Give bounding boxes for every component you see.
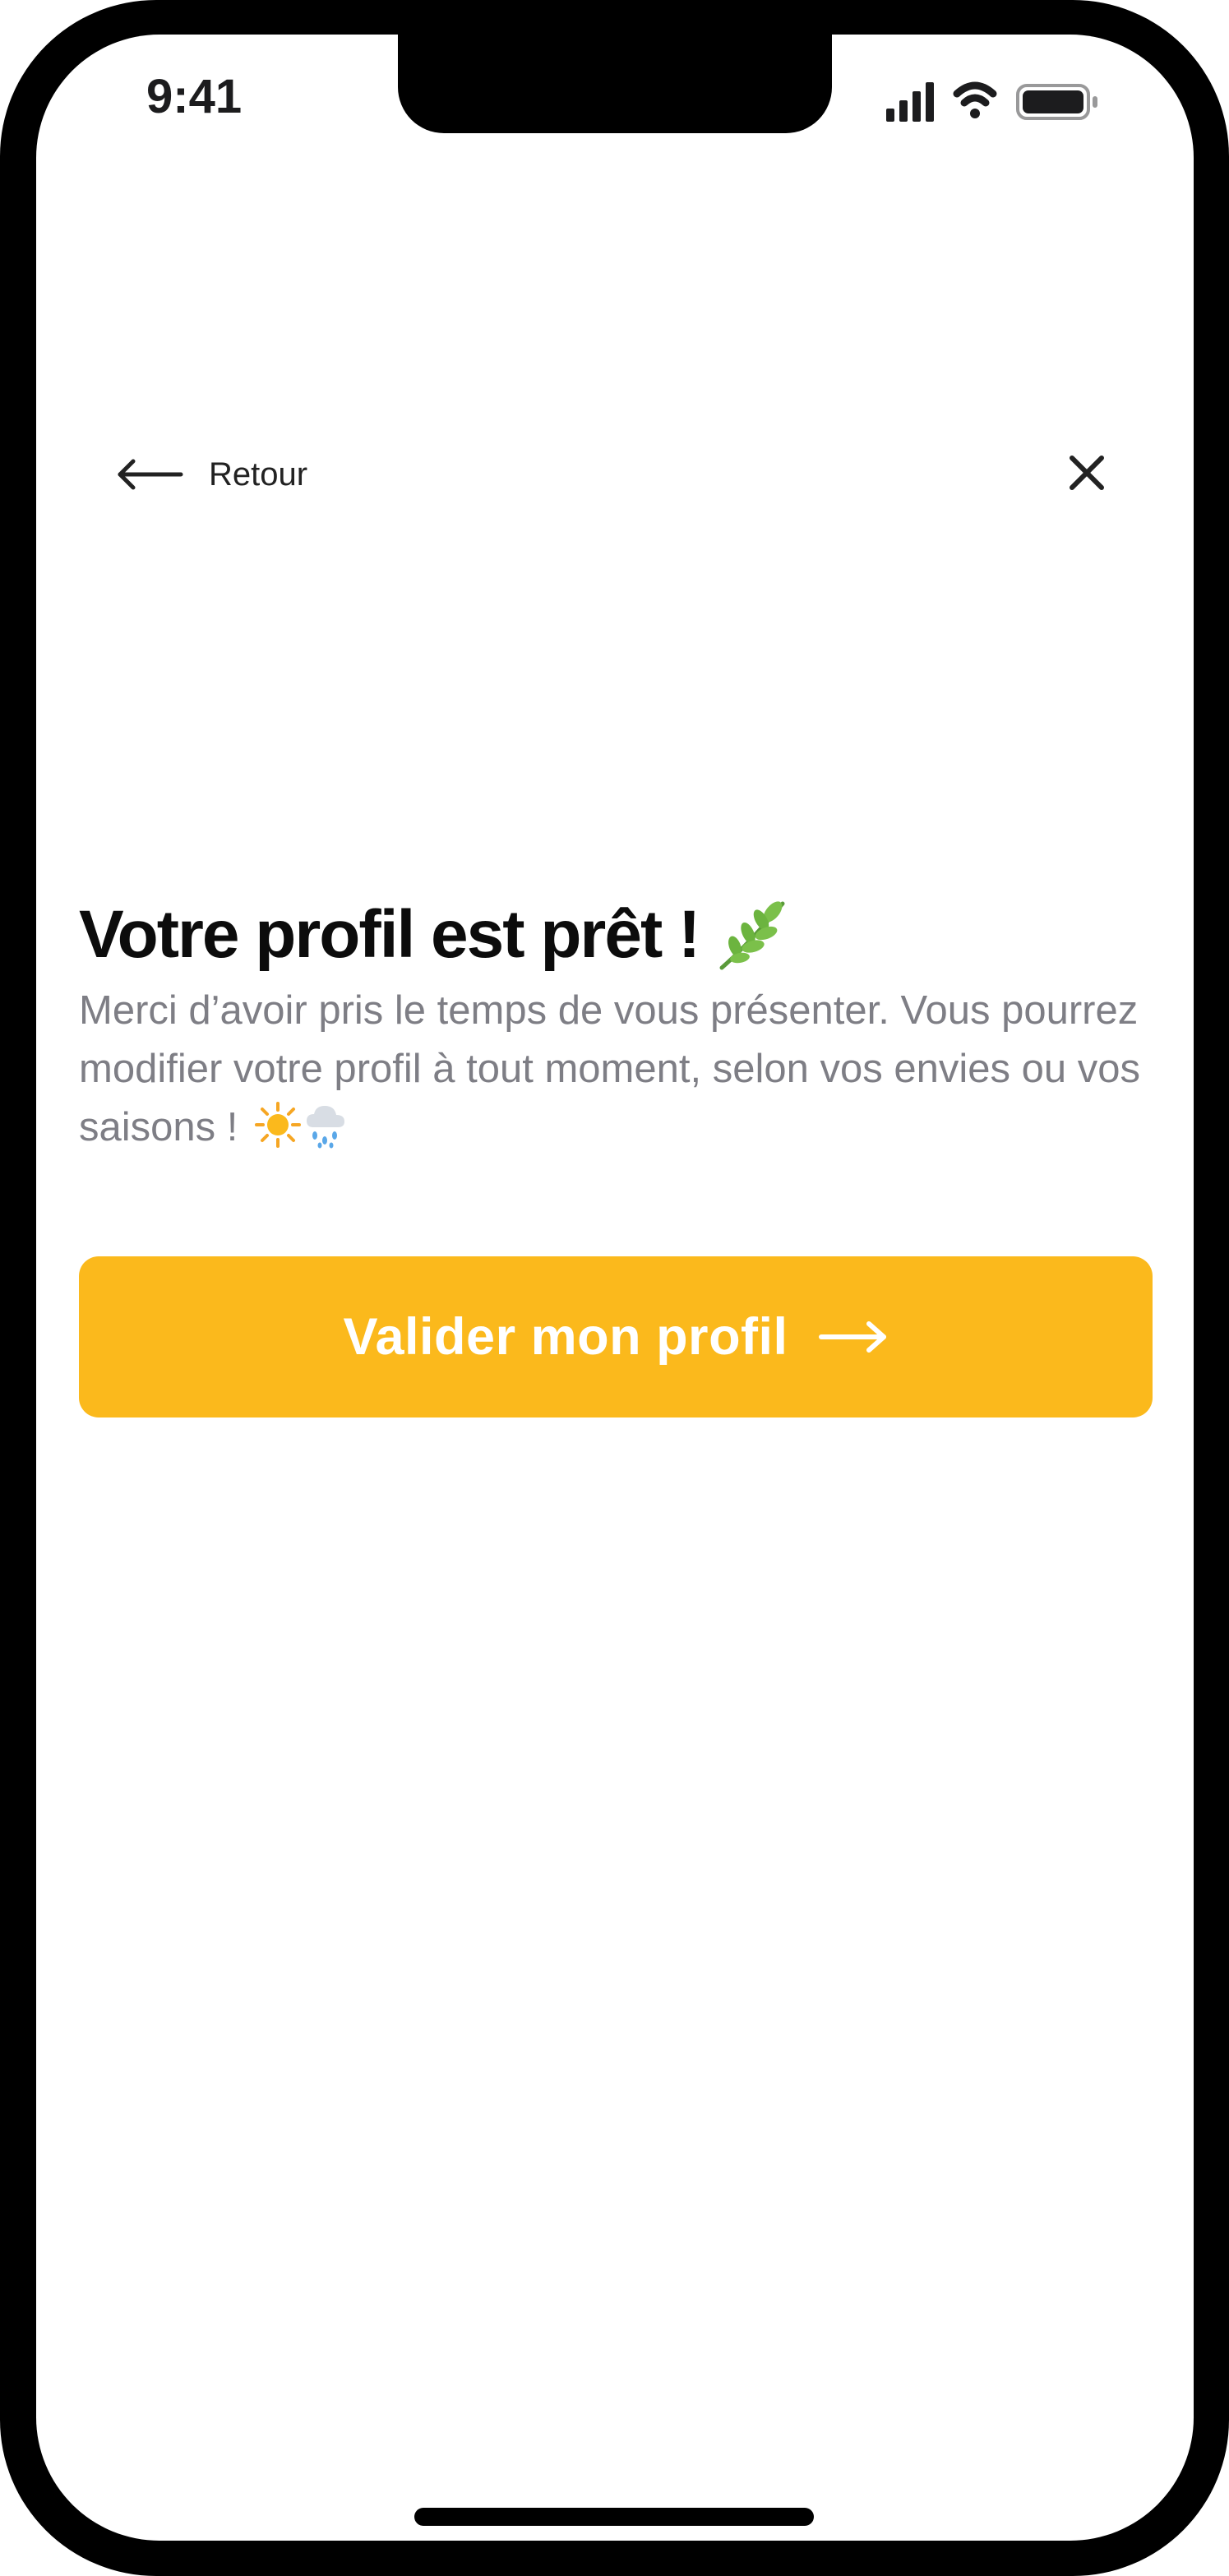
app-screen: 9:41 Retour Votre profil est prêt ! Merc… xyxy=(36,35,1194,2541)
device-notch xyxy=(398,35,832,133)
sun-icon xyxy=(255,1102,301,1148)
arrow-left-icon xyxy=(118,459,183,490)
phone-frame: 9:41 Retour Votre profil est prêt ! Merc… xyxy=(0,0,1229,2576)
status-time: 9:41 xyxy=(146,70,243,123)
subtitle-paragraph: Merci d’avoir pris le temps de vous prés… xyxy=(79,982,1164,1157)
arrow-right-icon xyxy=(818,1321,886,1353)
rain-cloud-icon xyxy=(307,1106,344,1149)
cellular-signal-icon xyxy=(886,82,934,122)
wifi-icon xyxy=(953,81,997,118)
home-indicator[interactable] xyxy=(414,2508,814,2526)
status-icons xyxy=(886,81,1097,122)
page-title: Votre profil est prêt ! xyxy=(79,897,700,972)
back-label: Retour xyxy=(209,456,308,493)
weather-icons xyxy=(254,1101,349,1149)
battery-icon xyxy=(1016,84,1097,120)
subtitle-text: Merci d’avoir pris le temps de vous prés… xyxy=(79,988,1140,1149)
validate-profile-button[interactable]: Valider mon profil xyxy=(79,1256,1153,1417)
herb-leaf-icon xyxy=(719,901,785,970)
close-button[interactable] xyxy=(1056,442,1118,504)
title-row: Votre profil est prêt ! xyxy=(79,896,789,974)
validate-profile-label: Valider mon profil xyxy=(343,1308,788,1366)
close-icon xyxy=(1070,456,1104,490)
back-button[interactable]: Retour xyxy=(115,437,307,511)
